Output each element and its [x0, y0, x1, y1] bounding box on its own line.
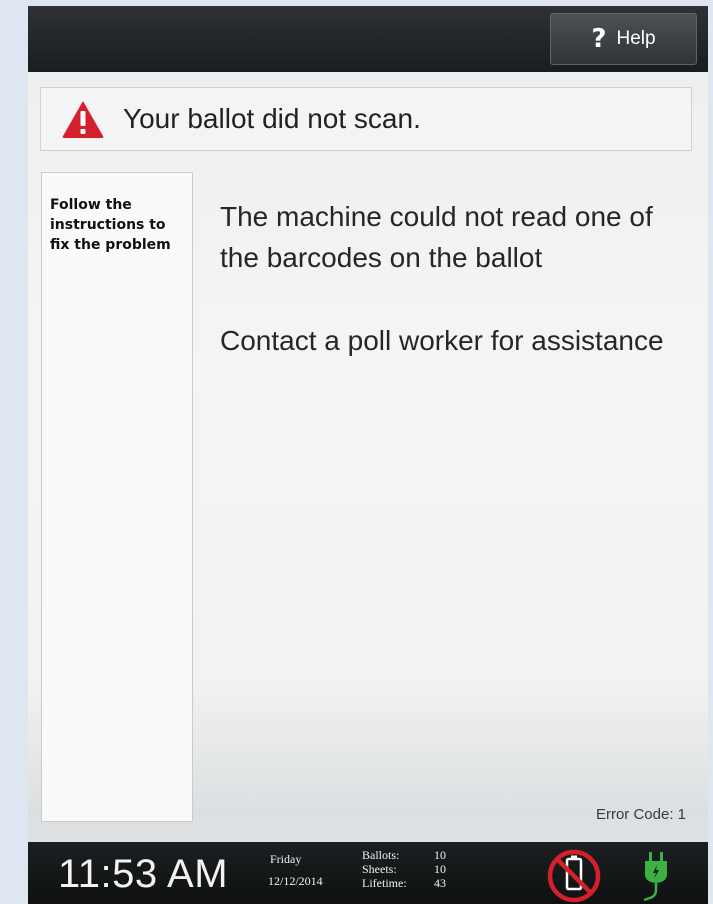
scanner-screen: ? Help Your ballot did not scan. Follow …: [28, 6, 708, 904]
clock: 11:53 AM: [58, 852, 229, 896]
counter-label: Lifetime:: [362, 876, 407, 890]
day-label: Friday: [270, 852, 302, 866]
counter-row: Sheets: 10: [362, 862, 446, 876]
counter-label: Ballots:: [362, 848, 400, 862]
top-bar: ? Help: [28, 6, 708, 72]
assistance-text: Contact a poll worker for assistance: [220, 325, 664, 356]
counter-value: 10: [434, 862, 446, 876]
ballot-counters: Ballots: 10 Sheets: 10 Lifetime: 43: [362, 848, 446, 890]
counter-row: Lifetime: 43: [362, 876, 446, 890]
instruction-text: Follow the instructions to fix the probl…: [50, 197, 171, 253]
date-block: Friday 12/12/2014: [268, 850, 323, 890]
counter-value: 10: [434, 848, 446, 862]
help-label: Help: [616, 28, 656, 49]
no-battery-icon: [547, 849, 601, 903]
error-description: The machine could not read one of the ba…: [220, 201, 653, 273]
help-button[interactable]: ? Help: [550, 13, 697, 65]
error-details: The machine could not read one of the ba…: [220, 196, 690, 403]
status-banner: Your ballot did not scan.: [40, 87, 692, 151]
date-label: 12/12/2014: [268, 874, 323, 888]
instruction-panel: Follow the instructions to fix the probl…: [41, 172, 193, 822]
power-plug-icon: [643, 852, 667, 902]
warning-triangle-icon: [62, 101, 104, 138]
help-icon: ?: [591, 24, 607, 54]
counter-row: Ballots: 10: [362, 848, 446, 862]
status-bar: 11:53 AM Friday 12/12/2014 Ballots: 10 S…: [28, 842, 708, 904]
counter-value: 43: [434, 876, 446, 890]
counter-label: Sheets:: [362, 862, 397, 876]
error-code: Error Code: 1: [595, 806, 686, 823]
status-message: Your ballot did not scan.: [123, 103, 421, 134]
